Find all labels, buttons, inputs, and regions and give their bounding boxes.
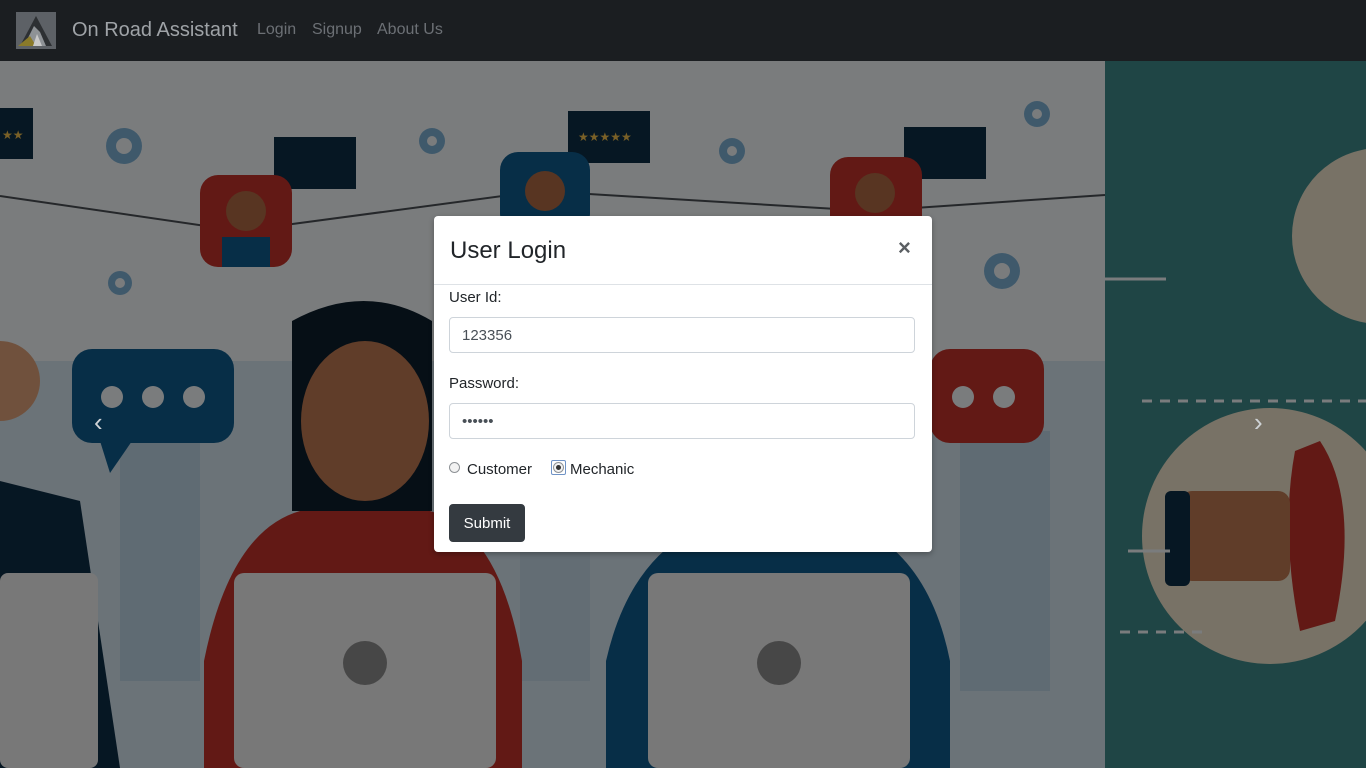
login-modal: User Login × User Id: Password: Customer… — [434, 216, 932, 552]
carousel-prev-icon[interactable]: ‹ — [94, 407, 103, 438]
mechanic-radio-label[interactable]: Mechanic — [570, 461, 634, 478]
user-id-input[interactable] — [449, 317, 915, 353]
road-logo-icon[interactable] — [16, 12, 56, 49]
nav-link-signup[interactable]: Signup — [312, 21, 362, 39]
nav-link-login[interactable]: Login — [257, 21, 296, 39]
customer-radio-label[interactable]: Customer — [467, 461, 532, 478]
close-icon[interactable]: × — [898, 235, 911, 261]
top-navbar: On Road Assistant Login Signup About Us — [0, 0, 1366, 61]
nav-link-about-us[interactable]: About Us — [377, 21, 443, 39]
modal-header: User Login × — [434, 216, 932, 285]
customer-radio[interactable] — [449, 462, 460, 473]
password-input[interactable] — [449, 403, 915, 439]
modal-title: User Login — [450, 237, 567, 264]
brand-name[interactable]: On Road Assistant — [72, 19, 238, 42]
mechanic-radio[interactable] — [553, 462, 564, 473]
submit-button[interactable]: Submit — [449, 504, 525, 542]
carousel-next-icon[interactable]: › — [1254, 407, 1263, 438]
user-id-label: User Id: — [449, 289, 502, 306]
password-label: Password: — [449, 375, 520, 392]
